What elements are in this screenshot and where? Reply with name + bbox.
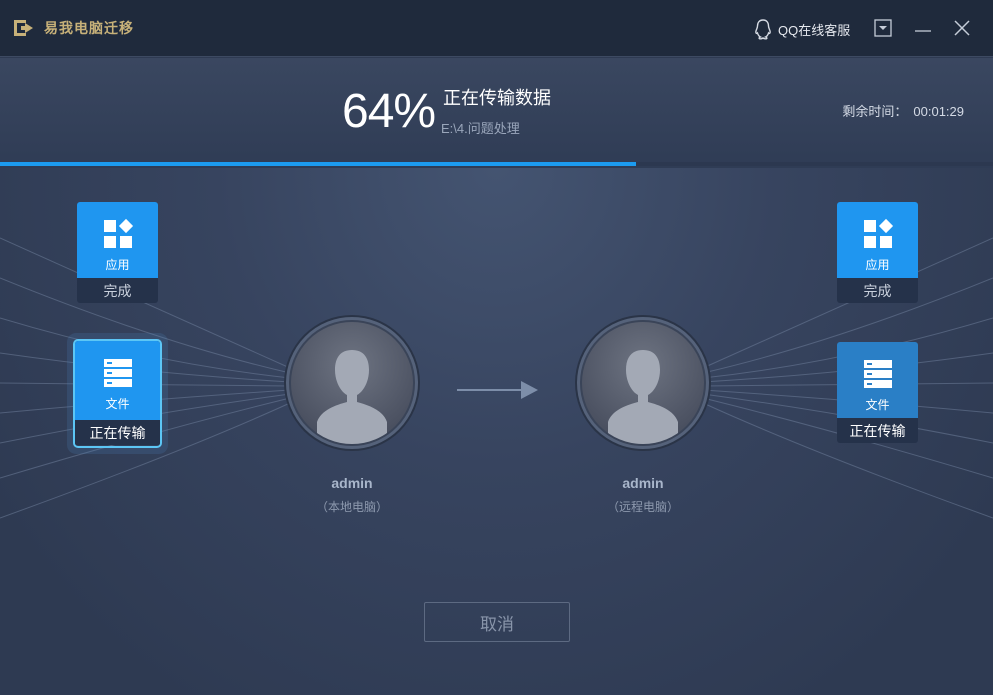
logo-icon <box>14 20 33 36</box>
remote-apps-label: 应用 <box>865 258 890 272</box>
apps-icon <box>103 218 133 248</box>
transfer-arrow-icon <box>457 381 538 399</box>
local-user-name: admin <box>331 475 373 491</box>
user-silhouette-icon <box>317 350 387 444</box>
dropdown-icon[interactable] <box>870 15 896 41</box>
local-avatar-inner <box>291 322 413 444</box>
local-avatar-ring <box>286 317 418 449</box>
remote-apps-tile[interactable]: 应用 完成 <box>837 202 918 303</box>
qq-penguin-icon <box>755 19 771 40</box>
remaining-time-value: 00:01:29 <box>913 104 964 119</box>
apps-icon <box>863 218 893 248</box>
local-files-tile-header: 文件 <box>75 341 160 420</box>
minimize-icon[interactable] <box>910 15 936 41</box>
current-path: E:\4.问题处理 <box>441 121 520 136</box>
remote-files-tile-header: 文件 <box>837 342 918 418</box>
local-apps-status: 完成 <box>77 278 158 303</box>
progress-bar <box>0 162 993 166</box>
progress-percent: 64% <box>342 85 436 138</box>
remote-user-name: admin <box>622 475 664 491</box>
local-files-label: 文件 <box>105 397 130 411</box>
local-apps-label: 应用 <box>105 258 130 272</box>
user-silhouette-icon <box>608 350 678 444</box>
local-computer-label: （本地电脑） <box>315 500 388 514</box>
progress-header: 64% 正在传输数据 E:\4.问题处理 剩余时间： 00:01:29 <box>0 58 993 168</box>
remote-apps-status: 完成 <box>837 278 918 303</box>
local-files-status: 正在传输 <box>75 420 160 445</box>
qq-support-link[interactable]: QQ在线客服 <box>753 17 850 41</box>
transfer-status: 正在传输数据 <box>443 88 551 108</box>
title-bar: 易我电脑迁移 QQ在线客服 <box>0 0 993 57</box>
transfer-stage: 应用 完成 文件 正在传输 应用 完成 文件 正在传输 admin （本地电脑）… <box>0 168 993 695</box>
remaining-time-label: 剩余时间： <box>842 104 908 119</box>
app-title: 易我电脑迁移 <box>44 20 134 36</box>
cancel-button[interactable]: 取消 <box>424 602 570 642</box>
remaining-time: 剩余时间： 00:01:29 <box>836 101 964 120</box>
remote-files-label: 文件 <box>865 398 890 412</box>
remote-avatar-inner <box>582 322 704 444</box>
close-icon[interactable] <box>949 15 975 41</box>
local-apps-tile-header: 应用 <box>77 202 158 278</box>
progress-bar-fill <box>0 162 636 166</box>
remote-avatar-ring <box>577 317 709 449</box>
files-icon <box>103 359 132 387</box>
local-files-tile[interactable]: 文件 正在传输 <box>75 341 160 446</box>
local-computer-avatar <box>286 317 418 449</box>
remote-files-tile[interactable]: 文件 正在传输 <box>837 342 918 443</box>
remote-computer-label: （远程电脑） <box>606 500 679 514</box>
qq-support-label: QQ在线客服 <box>778 22 851 38</box>
remote-files-status: 正在传输 <box>837 418 918 443</box>
remote-computer-avatar <box>577 317 709 449</box>
files-icon <box>863 360 892 388</box>
remote-apps-tile-header: 应用 <box>837 202 918 278</box>
local-apps-tile[interactable]: 应用 完成 <box>77 202 158 303</box>
